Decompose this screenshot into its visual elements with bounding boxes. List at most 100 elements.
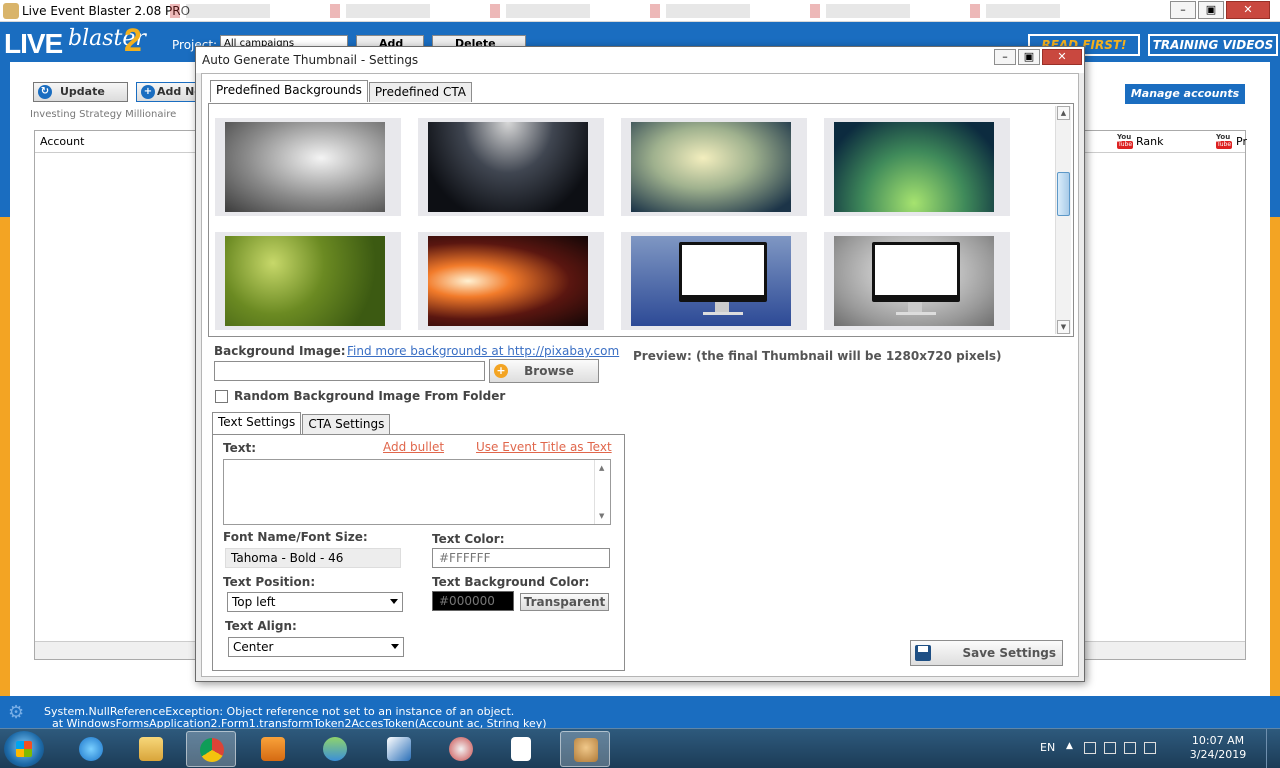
minimize-button[interactable]: – — [1170, 1, 1196, 19]
show-desktop-button[interactable] — [1266, 729, 1280, 768]
scroll-down-icon[interactable]: ▼ — [599, 512, 604, 520]
background-thumbnail[interactable] — [824, 118, 1010, 216]
clock[interactable]: 10:07 AM 3/24/2019 — [1188, 734, 1248, 762]
youtube-icon: You Tube — [1117, 133, 1133, 149]
background-thumbnail[interactable] — [418, 118, 604, 216]
background-thumbnail[interactable] — [215, 118, 401, 216]
maximize-button[interactable]: ▣ — [1198, 1, 1224, 19]
dialog-minimize-button[interactable]: – — [994, 49, 1016, 65]
language-indicator[interactable]: EN — [1040, 741, 1055, 754]
show-hidden-icons-icon[interactable]: ▲ — [1066, 741, 1073, 751]
text-align-value: Center — [233, 640, 274, 654]
column-account[interactable]: Account — [40, 135, 84, 148]
left-blue-border — [0, 62, 10, 217]
scroll-up-icon[interactable]: ▲ — [599, 464, 604, 472]
browse-label: Browse — [524, 364, 574, 378]
gallery-vertical-scrollbar[interactable]: ▲ ▼ — [1055, 106, 1071, 334]
text-align-label: Text Align: — [225, 619, 297, 633]
background-thumbnail[interactable] — [824, 232, 1010, 330]
dialog-maximize-button[interactable]: ▣ — [1018, 49, 1040, 65]
logo-number: 2 — [124, 22, 142, 58]
campaign-group-label: Investing Strategy Millionaire — [30, 109, 177, 120]
random-background-label: Random Background Image From Folder — [234, 389, 506, 403]
app-taskbar-icon[interactable] — [560, 731, 610, 767]
scroll-down-icon[interactable]: ▼ — [1057, 320, 1070, 334]
text-label: Text: — [223, 441, 257, 455]
scroll-thumb[interactable] — [1057, 172, 1070, 216]
update-button[interactable]: ↻ Update — [33, 82, 128, 102]
tab-predefined-cta[interactable]: Predefined CTA — [368, 82, 472, 102]
add-icon: + — [141, 85, 155, 99]
text-position-label: Text Position: — [223, 575, 316, 589]
text-input-scrollbar[interactable]: ▲ ▼ — [594, 460, 610, 524]
background-thumbnail[interactable] — [621, 118, 807, 216]
media-icon[interactable] — [248, 731, 298, 767]
font-value-field[interactable]: Tahoma - Bold - 46 — [225, 548, 401, 568]
loading-gear-icon: ⚙ — [8, 702, 25, 723]
background-thumbnail[interactable] — [621, 232, 807, 330]
background-thumbnail[interactable] — [418, 232, 604, 330]
dialog-window-controls: – ▣ ✕ — [992, 49, 1082, 65]
volume-icon[interactable] — [1144, 742, 1156, 754]
chevron-down-icon — [390, 599, 398, 604]
dialog-close-button[interactable]: ✕ — [1042, 49, 1082, 65]
update-label: Update — [60, 85, 105, 98]
text-bgcolor-input[interactable]: #000000 — [432, 591, 514, 611]
text-color-input[interactable]: #FFFFFF — [432, 548, 610, 568]
start-icon[interactable] — [4, 731, 44, 767]
browse-button[interactable]: + Browse — [489, 359, 599, 383]
text-align-select[interactable]: Center — [228, 637, 404, 657]
error-status-bar: ⚙ System.NullReferenceException: Object … — [0, 696, 1280, 728]
background-tabs: Predefined Backgrounds Predefined CTA — [210, 80, 473, 102]
wifi-icon[interactable] — [374, 731, 424, 767]
pixabay-link[interactable]: Find more backgrounds at http://pixabay.… — [347, 344, 619, 358]
save-settings-button[interactable]: Save Settings — [910, 640, 1063, 666]
random-background-checkbox[interactable] — [215, 390, 228, 403]
app-icon — [3, 3, 19, 19]
use-event-title-link[interactable]: Use Event Title as Text — [476, 440, 612, 454]
tab-text-settings[interactable]: Text Settings — [212, 412, 302, 434]
right-gold-border — [1270, 217, 1280, 696]
ie-icon[interactable] — [66, 731, 116, 767]
save-settings-label: Save Settings — [962, 646, 1056, 660]
file-icon[interactable] — [498, 731, 548, 767]
chrome-icon[interactable] — [186, 731, 236, 767]
preview-label: Preview: (the final Thumbnail will be 12… — [633, 349, 1002, 363]
tab-cta-settings[interactable]: CTA Settings — [302, 414, 391, 434]
flag-icon[interactable] — [1084, 742, 1096, 754]
close-button[interactable]: ✕ — [1226, 1, 1270, 19]
transparent-button[interactable]: Transparent — [520, 593, 609, 611]
explorer-icon[interactable] — [126, 731, 176, 767]
text-tabs: Text Settings CTA Settings — [212, 412, 391, 434]
text-bgcolor-label: Text Background Color: — [432, 575, 590, 589]
column-rank[interactable]: Rank — [1136, 135, 1163, 148]
background-image-label: Background Image: — [214, 344, 346, 358]
background-browser-tabs — [170, 4, 1060, 18]
training-videos-button[interactable]: TRAINING VIDEOS — [1148, 34, 1278, 56]
background-image-input[interactable] — [214, 361, 485, 381]
messenger-icon[interactable] — [310, 731, 360, 767]
battery-icon[interactable] — [1104, 742, 1116, 754]
background-thumbnail[interactable] — [215, 232, 401, 330]
tab-predefined-backgrounds[interactable]: Predefined Backgrounds — [210, 80, 368, 102]
dialog-content: Predefined Backgrounds Predefined CTA ▲ — [201, 73, 1079, 677]
text-color-label: Text Color: — [432, 532, 505, 546]
left-gold-border — [0, 217, 10, 696]
scroll-up-icon[interactable]: ▲ — [1057, 106, 1070, 120]
update-icon: ↻ — [38, 85, 52, 99]
app-titlebar: Live Event Blaster 2.08 PRO – ▣ ✕ — [0, 0, 1280, 22]
thumbnail-settings-dialog: Auto Generate Thumbnail - Settings – ▣ ✕… — [195, 46, 1085, 682]
column-pr[interactable]: Pr — [1236, 135, 1247, 148]
manage-accounts-button[interactable]: Manage accounts — [1125, 84, 1245, 104]
browse-plus-icon: + — [494, 364, 508, 378]
dialog-titlebar: Auto Generate Thumbnail - Settings – ▣ ✕ — [196, 47, 1084, 73]
add-bullet-link[interactable]: Add bullet — [383, 440, 444, 454]
add-new-button[interactable]: + Add New — [136, 82, 196, 102]
chevron-down-icon — [391, 644, 399, 649]
app-title: Live Event Blaster 2.08 PRO — [22, 4, 191, 18]
text-position-select[interactable]: Top left — [227, 592, 403, 612]
text-input[interactable]: ▲ ▼ — [223, 459, 611, 525]
snip-icon[interactable] — [436, 731, 486, 767]
background-gallery: ▲ ▼ — [208, 103, 1074, 337]
network-icon[interactable] — [1124, 742, 1136, 754]
